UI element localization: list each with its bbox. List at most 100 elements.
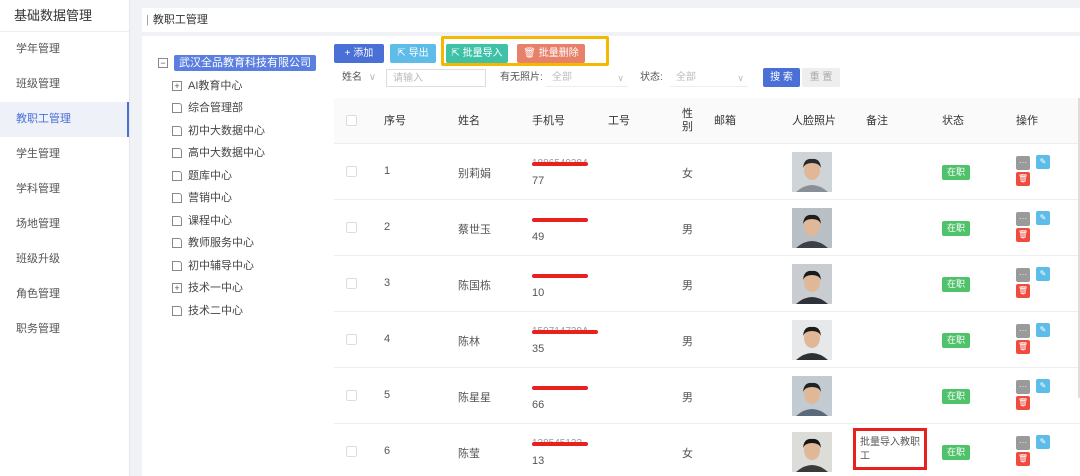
tree-node[interactable]: 教师服务中心 [172,232,318,255]
tree-node[interactable]: 综合管理部 [172,97,318,120]
tree-node-label[interactable]: 初中辅导中心 [188,260,254,272]
row-phone: 49 [532,214,594,244]
row-index: 2 [384,221,391,233]
face-photo[interactable] [792,320,832,360]
row-index: 3 [384,277,391,289]
edit-icon[interactable]: ✎ [1036,155,1050,169]
tree-node-label[interactable]: AI教育中心 [188,80,242,92]
more-icon[interactable]: ··· [1016,212,1030,226]
search-button[interactable]: 搜 索 [763,68,800,87]
sidebar-item[interactable]: 班级升级 [0,242,129,277]
photo-filter-value: 全部 [552,72,572,83]
sidebar-item[interactable]: 学科管理 [0,172,129,207]
trash-icon[interactable]: 🗑 [1016,172,1030,186]
header-status: 状态 [942,115,964,127]
more-icon[interactable]: ··· [1016,324,1030,338]
trash-icon[interactable]: 🗑 [1016,452,1030,466]
edit-icon[interactable]: ✎ [1036,323,1050,337]
header-index: 序号 [384,115,406,127]
edit-icon[interactable]: ✎ [1036,435,1050,449]
header-gender-line1: 性 [682,108,693,120]
tree-root[interactable]: − 武汉全品教育科技有限公司 [158,52,318,75]
face-photo[interactable] [792,152,832,192]
tree-node-label[interactable]: 课程中心 [188,215,232,227]
edit-icon[interactable]: ✎ [1036,267,1050,281]
tree-node[interactable]: 课程中心 [172,210,318,233]
face-photo[interactable] [792,376,832,416]
tree-node[interactable]: + AI教育中心 [172,75,318,98]
sidebar-item[interactable]: 角色管理 [0,277,129,312]
sidebar-item[interactable]: 班级管理 [0,67,129,102]
trash-icon[interactable]: 🗑 [1016,228,1030,242]
more-icon[interactable]: ··· [1016,156,1030,170]
plus-box-icon[interactable]: + [172,80,182,91]
row-checkbox[interactable] [346,278,357,289]
row-phone: 159714739A35 [532,326,598,356]
tree-node[interactable]: 题库中心 [172,165,318,188]
row-checkbox[interactable] [346,222,357,233]
row-phone-tail: 49 [532,231,545,243]
header-name: 姓名 [458,115,480,127]
edit-icon[interactable]: ✎ [1036,211,1050,225]
add-button[interactable]: + 添加 [334,44,384,63]
file-icon [172,215,182,226]
tree-node-label[interactable]: 题库中心 [188,170,232,182]
tree-root-label[interactable]: 武汉全品教育科技有限公司 [174,55,316,71]
sidebar-item[interactable]: 教职工管理 [0,102,129,137]
reset-button[interactable]: 重 置 [802,68,840,87]
tree-node[interactable]: 高中大数据中心 [172,142,318,165]
tree-node-label[interactable]: 初中大数据中心 [188,125,265,137]
filter-bar: 姓名 ∨ 请输入 有无照片: 全部 ∨ 状态: 全部 ∨ 搜 索 重 置 [334,67,874,89]
tree-node[interactable]: 技术二中心 [172,300,318,323]
tree-node[interactable]: 初中大数据中心 [172,120,318,143]
select-all-checkbox[interactable] [346,115,357,126]
tree-node[interactable]: 营销中心 [172,187,318,210]
redaction-mark [532,162,588,166]
search-input[interactable]: 请输入 [386,69,486,87]
table-row: 4 陈林 159714739A35 男 在职 ··· ✎ 🗑 [334,312,1080,368]
plus-box-icon[interactable]: + [172,283,182,293]
tree-node-label[interactable]: 技术二中心 [188,305,243,317]
tree-node[interactable]: + 技术一中心 [172,277,318,300]
row-checkbox[interactable] [346,334,357,345]
more-icon[interactable]: ··· [1016,268,1030,282]
row-checkbox[interactable] [346,390,357,401]
trash-icon[interactable]: 🗑 [1016,340,1030,354]
face-photo[interactable] [792,208,832,248]
table-row: 1 别莉娟 188654938477 女 在职 ··· ✎ 🗑 [334,144,1080,200]
face-photo[interactable] [792,432,832,472]
tree-node-label[interactable]: 营销中心 [188,192,232,204]
more-icon[interactable]: ··· [1016,436,1030,450]
field-select[interactable]: 姓名 ∨ [342,69,376,87]
header-staff-no: 工号 [608,115,630,127]
edit-icon[interactable]: ✎ [1036,379,1050,393]
tree-node-label[interactable]: 高中大数据中心 [188,147,265,159]
tree-node-label[interactable]: 教师服务中心 [188,237,254,249]
face-photo[interactable] [792,264,832,304]
row-phone-tail: 35 [532,343,545,355]
more-icon[interactable]: ··· [1016,380,1030,394]
sidebar-item[interactable]: 学年管理 [0,32,129,67]
header-gender: 性 别 [682,108,693,138]
tree-node-label[interactable]: 综合管理部 [188,102,243,114]
tree-node-label[interactable]: 技术一中心 [188,282,243,294]
row-phone: 188654938477 [532,158,594,188]
status-filter-select[interactable]: 全部 ∨ [670,69,748,87]
trash-icon[interactable]: 🗑 [1016,396,1030,410]
export-button[interactable]: ⇱ 导出 [390,44,436,63]
file-icon [172,148,182,158]
sidebar-item[interactable]: 场地管理 [0,207,129,242]
trash-icon[interactable]: 🗑 [1016,284,1030,298]
sidebar-item[interactable]: 职务管理 [0,312,129,347]
row-phone-tail: 10 [532,287,545,299]
row-checkbox[interactable] [346,446,357,457]
file-icon [172,103,182,113]
tree-node[interactable]: 初中辅导中心 [172,255,318,278]
file-icon [172,170,182,181]
row-gender: 男 [682,336,693,348]
sidebar-item[interactable]: 学生管理 [0,137,129,172]
photo-filter-select[interactable]: 全部 ∨ [546,69,628,87]
minus-box-icon[interactable]: − [158,58,168,68]
row-checkbox[interactable] [346,166,357,177]
header-email: 邮箱 [714,115,736,127]
